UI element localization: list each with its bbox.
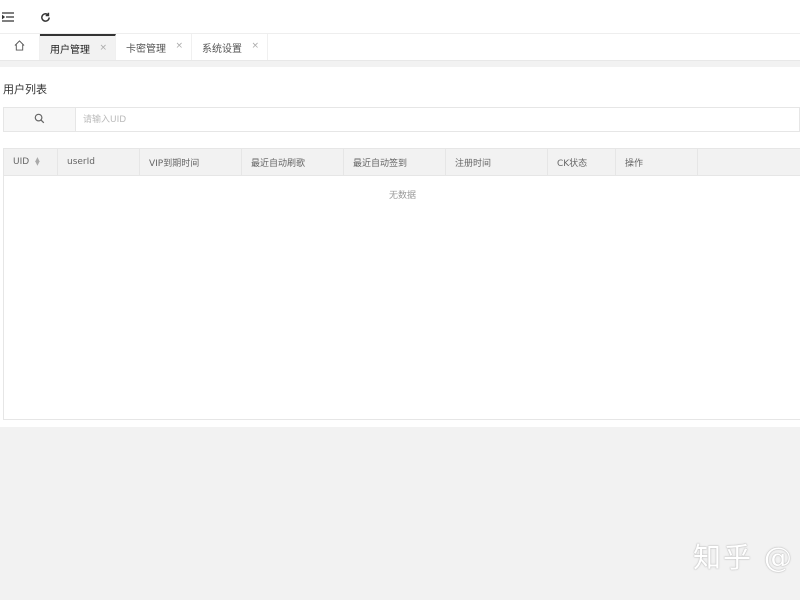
home-icon (14, 40, 25, 54)
table-card: UID ▲ ▼ userId VIP到期时间 最近自动刷歌 最近自动签到 注册时间… (0, 145, 800, 427)
sort-icon[interactable]: ▲ ▼ (35, 157, 40, 167)
search-icon (34, 113, 45, 127)
column-header-uid[interactable]: UID ▲ ▼ (4, 149, 58, 175)
column-header-vip-expiry: VIP到期时间 (140, 149, 242, 175)
menu-fold-icon[interactable] (0, 9, 16, 25)
tab-label: 卡密管理 (126, 43, 166, 55)
card-title: 用户列表 (3, 83, 47, 96)
tab-close-icon[interactable]: × (175, 41, 183, 51)
column-header-last-auto-signin: 最近自动签到 (344, 149, 446, 175)
watermark: 知乎 @ (693, 541, 794, 574)
tab-label: 系统设置 (202, 43, 242, 55)
column-header-ck-status: CK状态 (548, 149, 616, 175)
tab-close-icon[interactable]: × (251, 41, 259, 51)
tab-card-management[interactable]: 卡密管理 × (116, 34, 192, 60)
card-header: 用户列表 (0, 67, 800, 107)
search-row (0, 107, 800, 145)
column-header-register-time: 注册时间 (446, 149, 548, 175)
tab-user-management[interactable]: 用户管理 × (40, 34, 116, 60)
column-header-userid: userId (58, 149, 140, 175)
refresh-icon[interactable] (37, 9, 53, 25)
user-table: UID ▲ ▼ userId VIP到期时间 最近自动刷歌 最近自动签到 注册时间… (3, 148, 800, 420)
tab-bar: 用户管理 × 卡密管理 × 系统设置 × (0, 34, 800, 61)
column-header-actions: 操作 (616, 149, 698, 175)
table-empty-text: 无数据 (388, 191, 416, 201)
search-button[interactable] (3, 107, 75, 132)
column-header-last-auto-play: 最近自动刷歌 (242, 149, 344, 175)
uid-search-input[interactable] (75, 107, 800, 132)
top-toolbar (0, 0, 800, 34)
tab-label: 用户管理 (50, 44, 90, 56)
home-tab[interactable] (0, 34, 40, 60)
tab-close-icon[interactable]: × (99, 43, 107, 53)
tab-system-settings[interactable]: 系统设置 × (192, 34, 268, 60)
table-header-row: UID ▲ ▼ userId VIP到期时间 最近自动刷歌 最近自动签到 注册时间… (4, 149, 800, 176)
